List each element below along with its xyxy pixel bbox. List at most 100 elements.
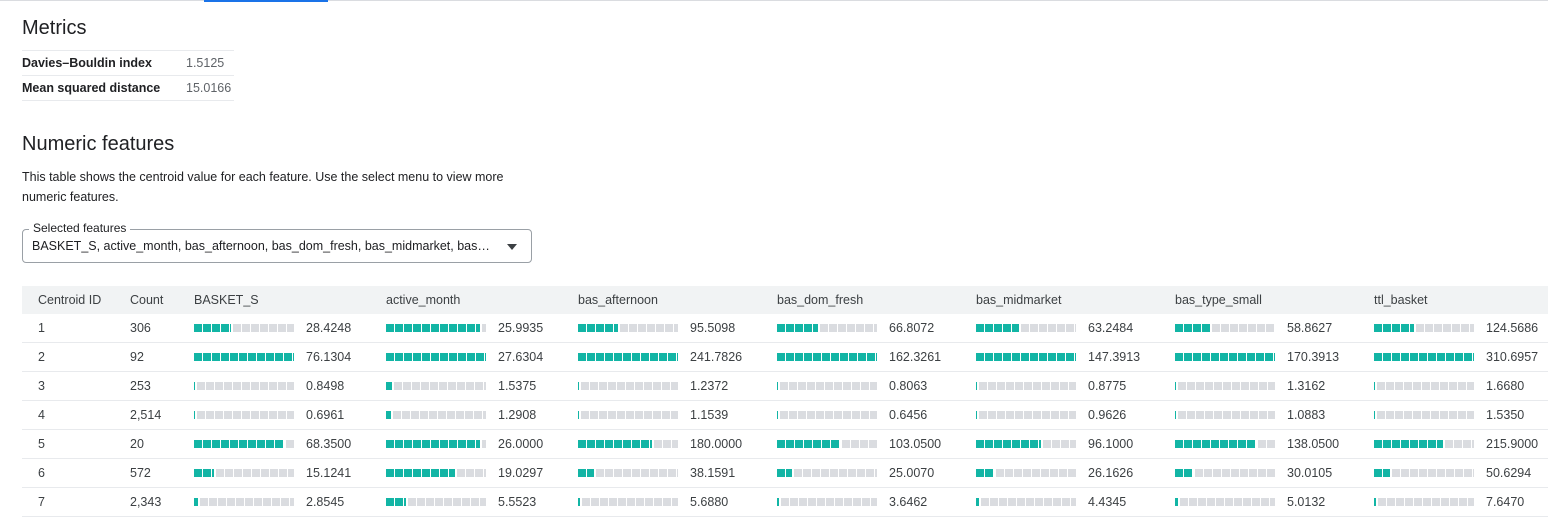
value-bar — [1175, 411, 1275, 419]
value-bar — [976, 498, 1076, 506]
feature-value-cell: 66.8072 — [761, 314, 960, 343]
centroid-id-cell: 3 — [22, 371, 114, 401]
value-bar-track — [233, 324, 294, 332]
value-bar — [976, 469, 1076, 477]
numeric-features-description: This table shows the centroid value for … — [22, 170, 504, 204]
centroid-id-cell: 6 — [22, 458, 114, 488]
value-bar-track — [820, 324, 877, 332]
value-bar-fill — [386, 469, 455, 477]
value-bar-track — [216, 469, 294, 477]
feature-value-cell: 2.8545 — [178, 487, 370, 517]
value-label: 310.6957 — [1486, 350, 1539, 364]
value-bar — [578, 353, 678, 361]
value-label: 138.0500 — [1287, 437, 1340, 451]
dropdown-arrow-icon[interactable] — [507, 244, 517, 250]
column-header: ttl_basket — [1358, 286, 1548, 314]
column-header: Count — [114, 286, 178, 314]
value-bar-fill — [578, 411, 579, 419]
value-label: 1.2372 — [690, 379, 729, 393]
value-bar-track — [1416, 324, 1474, 332]
value-bar-track — [581, 411, 678, 419]
value-bar-track — [482, 324, 486, 332]
value-bar-track — [1392, 469, 1474, 477]
value-label: 215.9000 — [1486, 437, 1539, 451]
feature-value-cell: 103.0500 — [761, 429, 960, 459]
value-bar — [1374, 440, 1474, 448]
column-header: bas_type_small — [1159, 286, 1358, 314]
value-bar-fill — [976, 469, 994, 477]
feature-value-cell: 30.0105 — [1159, 458, 1358, 488]
value-label: 25.9935 — [498, 321, 544, 335]
active-tab-indicator — [204, 0, 328, 2]
value-bar-track — [1377, 382, 1474, 390]
value-bar-track — [842, 440, 877, 448]
feature-value-cell: 27.6304 — [370, 342, 562, 372]
feature-value-cell: 5.0132 — [1159, 487, 1358, 517]
feature-value-cell: 26.0000 — [370, 429, 562, 459]
value-bar-fill — [194, 411, 195, 419]
table-row: 6 572 15.1241 19.0297 38.1591 25.0070 26.1626 3… — [22, 458, 1548, 488]
value-bar — [194, 411, 294, 419]
value-bar-track — [394, 382, 486, 390]
value-label: 147.3913 — [1088, 350, 1141, 364]
feature-value-cell: 124.5686 — [1358, 314, 1548, 343]
value-label: 170.3913 — [1287, 350, 1340, 364]
value-bar-fill — [1175, 469, 1193, 477]
value-bar-track — [781, 498, 877, 506]
value-bar-fill — [1175, 498, 1178, 506]
value-label: 26.0000 — [498, 437, 544, 451]
value-label: 50.6294 — [1486, 466, 1532, 480]
value-bar-fill — [194, 353, 294, 361]
feature-value-cell: 96.1000 — [960, 429, 1159, 459]
value-bar — [777, 382, 877, 390]
value-bar-fill — [1175, 411, 1176, 419]
column-header: Centroid ID — [22, 286, 114, 314]
value-label: 66.8072 — [889, 321, 935, 335]
table-body: 1 306 28.4248 25.9935 95.5098 66.8072 63.2484 5… — [22, 314, 1548, 517]
value-bar — [578, 382, 678, 390]
value-bar-fill — [386, 382, 392, 390]
value-bar — [386, 469, 486, 477]
value-bar-fill — [777, 440, 840, 448]
value-bar — [194, 324, 294, 332]
feature-value-cell: 170.3913 — [1159, 342, 1358, 372]
value-bar-fill — [1374, 469, 1390, 477]
count-cell: 2,343 — [114, 487, 178, 517]
feature-value-cell: 63.2484 — [960, 314, 1159, 343]
value-label: 162.3261 — [889, 350, 942, 364]
feature-value-cell: 5.6880 — [562, 487, 761, 517]
value-bar-fill — [1175, 440, 1256, 448]
value-bar-fill — [777, 469, 792, 477]
value-label: 0.8498 — [306, 379, 345, 393]
value-bar — [1374, 498, 1474, 506]
value-bar — [194, 440, 294, 448]
feature-value-cell: 1.2908 — [370, 400, 562, 430]
table-row: 2 92 76.1304 27.6304 241.7826 162.3261 147.391… — [22, 342, 1548, 372]
value-bar-track — [1195, 469, 1275, 477]
feature-value-cell: 162.3261 — [761, 342, 960, 372]
value-bar-fill — [194, 324, 231, 332]
value-bar-fill — [1175, 353, 1275, 361]
feature-value-cell: 0.8063 — [761, 371, 960, 401]
value-label: 0.8775 — [1088, 379, 1127, 393]
value-bar-track — [1178, 411, 1275, 419]
value-bar-fill — [386, 498, 406, 506]
value-bar — [194, 382, 294, 390]
value-bar-fill — [777, 353, 877, 361]
value-bar — [976, 324, 1076, 332]
feature-value-cell: 25.0070 — [761, 458, 960, 488]
value-bar — [578, 469, 678, 477]
value-label: 241.7826 — [690, 350, 743, 364]
column-header: active_month — [370, 286, 562, 314]
value-bar-fill — [386, 411, 391, 419]
column-header: bas_midmarket — [960, 286, 1159, 314]
feature-value-cell: 68.3500 — [178, 429, 370, 459]
value-bar-track — [200, 498, 294, 506]
selected-features-select[interactable]: Selected features BASKET_S, active_month… — [22, 221, 532, 263]
value-bar-track — [1377, 411, 1474, 419]
value-bar — [1374, 324, 1474, 332]
value-bar — [777, 469, 877, 477]
value-label: 0.9626 — [1088, 408, 1127, 422]
value-bar-track — [596, 469, 678, 477]
feature-value-cell: 241.7826 — [562, 342, 761, 372]
